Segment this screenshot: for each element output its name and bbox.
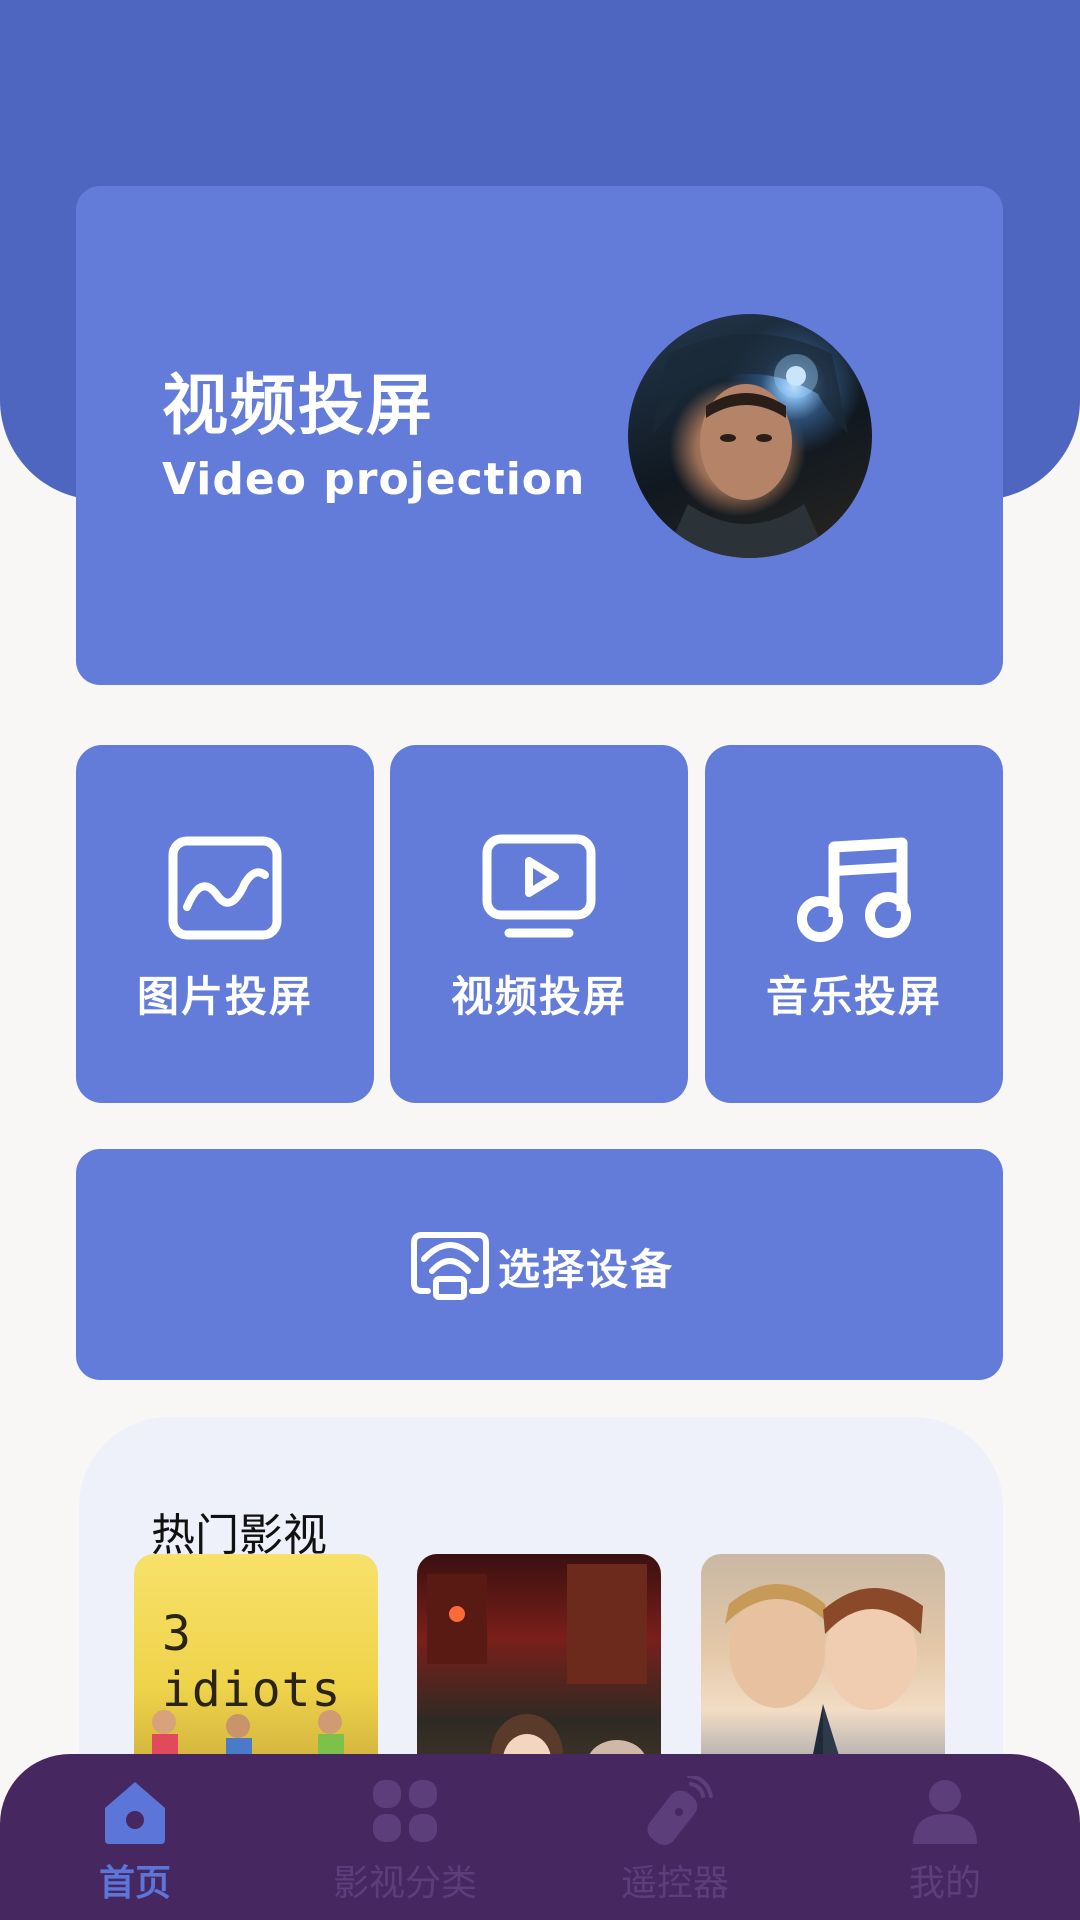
nav-label: 我的 (908, 1863, 981, 1904)
select-device-label: 选择设备 (498, 1244, 675, 1294)
nav-item-home[interactable]: 首页 (45, 1776, 225, 1916)
hero-title: 视频投屏 (162, 367, 434, 444)
tile-label: 视频投屏 (450, 972, 627, 1021)
image-icon (168, 836, 282, 940)
nav-label: 首页 (98, 1863, 171, 1904)
home-icon (105, 1782, 165, 1844)
music-note-icon (797, 837, 911, 942)
cast-screen-icon (411, 1232, 489, 1300)
user-icon (913, 1780, 977, 1844)
hero-card-video-projection[interactable]: 视频投屏 Video projection (76, 186, 1003, 685)
select-device-button[interactable]: 选择设备 (76, 1149, 1003, 1380)
bottom-navigation: 首页 影视分类 遥控器 我的 (0, 1754, 1080, 1920)
video-play-icon (482, 834, 596, 938)
hero-movie-image (628, 314, 872, 558)
tile-label: 图片投屏 (136, 972, 313, 1021)
tile-image-projection[interactable]: 图片投屏 (76, 745, 374, 1103)
nav-item-profile[interactable]: 我的 (855, 1776, 1035, 1916)
grid-icon (373, 1780, 437, 1842)
nav-label: 遥控器 (620, 1863, 729, 1904)
remote-icon (647, 1776, 713, 1845)
nav-item-categories[interactable]: 影视分类 (315, 1776, 495, 1916)
nav-item-remote[interactable]: 遥控器 (585, 1776, 765, 1916)
tile-music-projection[interactable]: 音乐投屏 (705, 745, 1003, 1103)
tile-label: 音乐投屏 (765, 972, 942, 1021)
nav-label: 影视分类 (332, 1863, 477, 1904)
hero-subtitle: Video projection (162, 454, 586, 505)
tile-video-projection[interactable]: 视频投屏 (390, 745, 688, 1103)
